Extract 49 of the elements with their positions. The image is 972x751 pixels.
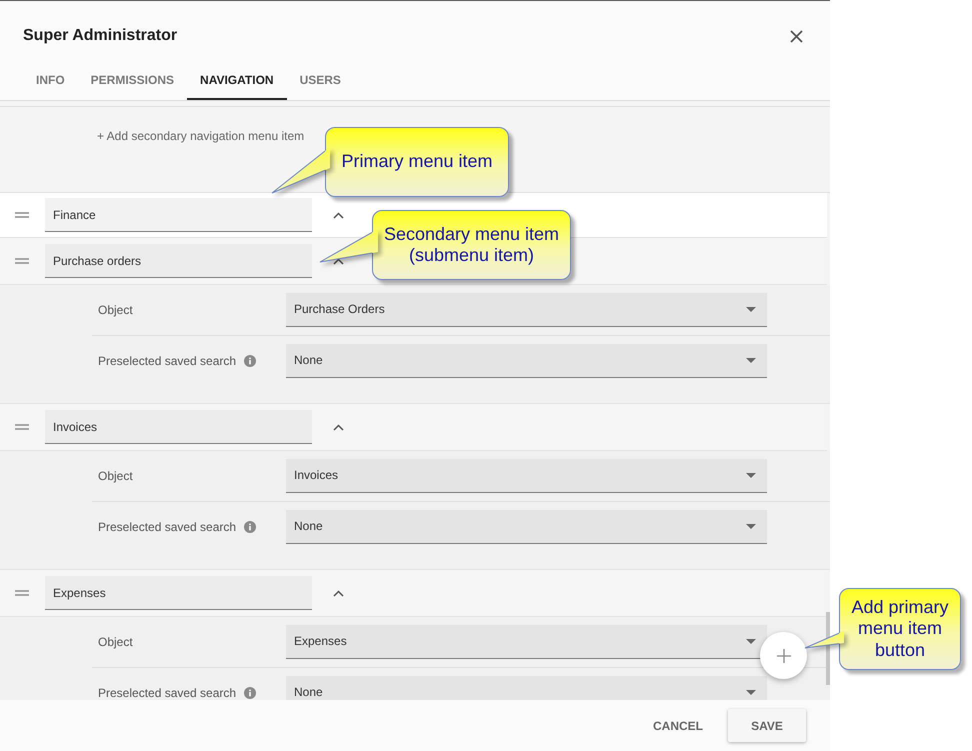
menu-item-name-field[interactable]: Purchase orders — [45, 244, 312, 278]
drag-handle-icon[interactable] — [15, 212, 29, 218]
dropdown-arrow-icon — [746, 307, 756, 312]
callout: Secondary menu item (submenu item) — [372, 210, 571, 280]
drag-handle-icon[interactable] — [15, 590, 29, 596]
cancel-button[interactable]: CANCEL — [639, 709, 717, 742]
dropdown-arrow-icon — [746, 690, 756, 695]
info-icon[interactable] — [244, 355, 256, 367]
menu-item-name-field[interactable]: Invoices — [45, 410, 312, 444]
dropdown-field[interactable]: Invoices — [286, 459, 767, 493]
chevron-up-icon[interactable] — [333, 212, 344, 218]
drag-handle-icon[interactable] — [15, 424, 29, 430]
dropdown-field[interactable]: None — [286, 344, 767, 378]
info-icon[interactable] — [244, 687, 256, 699]
field-label: Object — [98, 636, 133, 648]
dropdown-field[interactable]: None — [286, 510, 767, 544]
dropdown-arrow-icon — [746, 524, 756, 529]
dropdown-arrow-icon — [746, 639, 756, 644]
callout-pointer — [803, 630, 844, 650]
tab[interactable]: PERMISSIONS — [78, 62, 188, 100]
scrollbar-thumb[interactable] — [826, 612, 830, 685]
dialog-title: Super Administrator — [23, 27, 178, 45]
dropdown-field[interactable]: Purchase Orders — [286, 293, 767, 327]
field-label: Preselected saved search — [98, 354, 236, 368]
chevron-up-icon[interactable] — [333, 424, 344, 430]
dropdown-arrow-icon — [746, 473, 756, 478]
menu-item-name-field[interactable]: Expenses — [45, 576, 312, 610]
drag-handle-icon[interactable] — [15, 258, 29, 264]
info-icon[interactable] — [244, 521, 256, 533]
field-label: Preselected saved search — [98, 686, 236, 700]
add-secondary-link[interactable]: + Add secondary navigation menu item — [97, 129, 304, 143]
chevron-up-icon[interactable] — [333, 258, 344, 264]
tab[interactable]: USERS — [286, 62, 354, 100]
field-label: Object — [98, 304, 133, 316]
field-label: Preselected saved search — [98, 520, 236, 534]
dropdown-field[interactable]: None — [286, 676, 767, 700]
plus-icon — [776, 648, 790, 662]
callout-pointer — [270, 146, 330, 196]
close-icon — [790, 30, 803, 42]
field-label: Object — [98, 470, 133, 482]
dropdown-field[interactable]: Expenses — [286, 625, 767, 659]
callout-pointer — [318, 228, 378, 265]
save-button[interactable]: SAVE — [728, 709, 806, 742]
callout: Add primary menu item button — [839, 588, 961, 670]
close-button[interactable] — [790, 30, 803, 42]
chevron-up-icon[interactable] — [333, 590, 344, 596]
dropdown-arrow-icon — [746, 358, 756, 363]
menu-item-name-field[interactable]: Finance — [45, 198, 312, 232]
tab[interactable]: INFO — [23, 62, 78, 100]
